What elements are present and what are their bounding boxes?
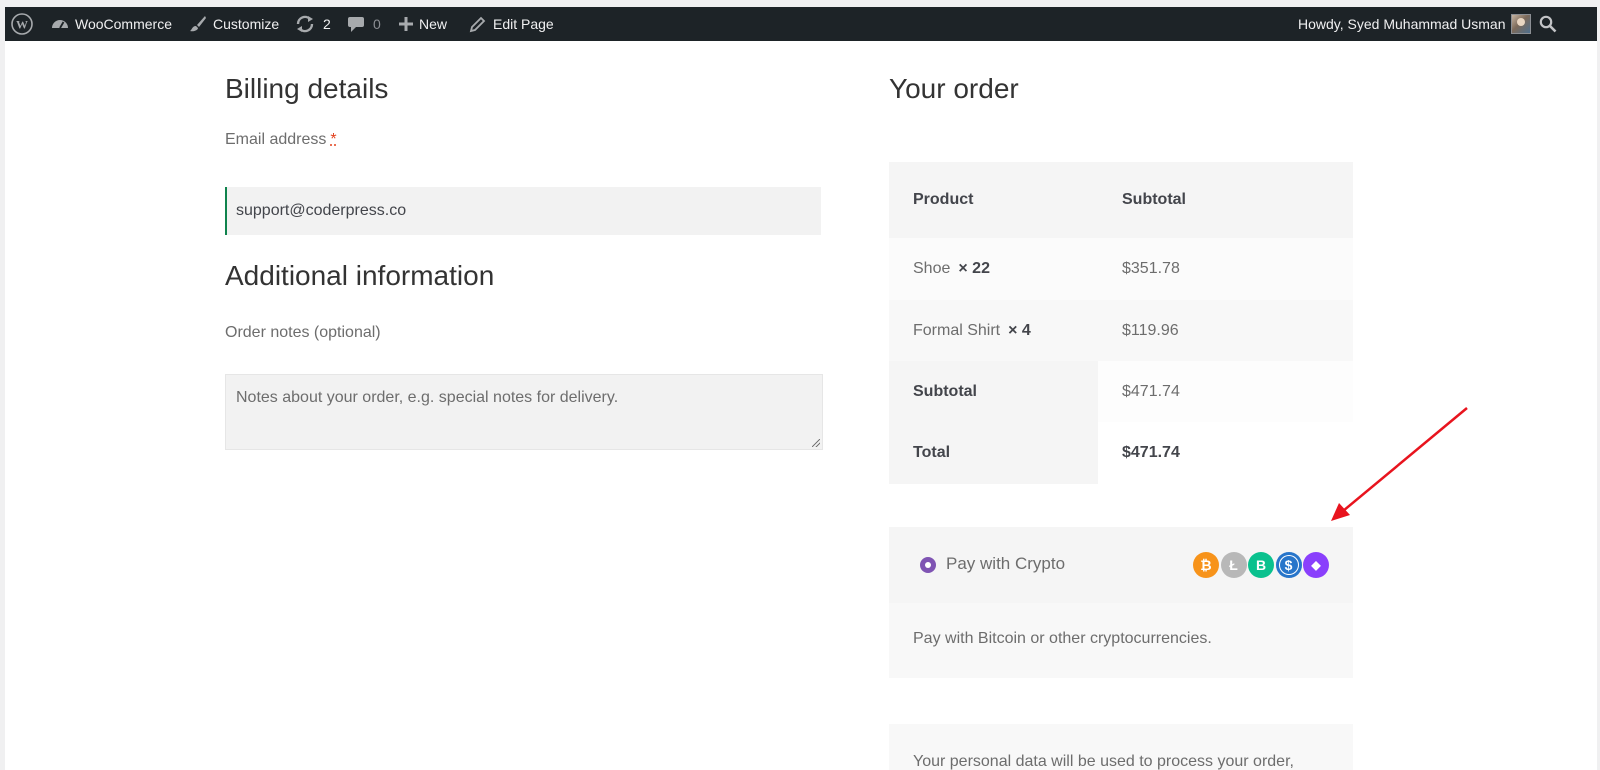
- email-label: Email address *: [225, 131, 337, 149]
- resize-handle[interactable]: [812, 439, 820, 447]
- comment-bubble-icon: [348, 17, 364, 32]
- bitcoin-icon: ₿: [1193, 552, 1219, 578]
- billing-details-title: Billing details: [225, 73, 389, 104]
- product-subtotal: $119.96: [1122, 321, 1179, 339]
- site-menu[interactable]: WooCommerce: [51, 7, 172, 41]
- total-label: Total: [889, 422, 1098, 484]
- pencil-icon: [469, 16, 486, 33]
- table-row: Shoe × 22 $351.78: [889, 238, 1353, 300]
- edit-page-label: Edit Page: [493, 16, 554, 32]
- email-field[interactable]: support@coderpress.co: [225, 187, 821, 235]
- product-name: Shoe: [913, 260, 951, 277]
- bitcoin-cash-icon: B: [1248, 552, 1274, 578]
- product-header: Product: [913, 191, 974, 208]
- order-notes-placeholder: Notes about your order, e.g. special not…: [236, 389, 619, 406]
- payment-description: Pay with Bitcoin or other cryptocurrenci…: [913, 630, 1212, 647]
- paintbrush-icon: [190, 16, 206, 32]
- comments-link[interactable]: 0: [347, 7, 381, 41]
- customize-link[interactable]: Customize: [189, 7, 279, 41]
- payment-radio[interactable]: [920, 557, 936, 573]
- customize-label: Customize: [213, 16, 280, 32]
- product-quantity: × 22: [958, 260, 990, 277]
- product-quantity: × 4: [1008, 321, 1031, 339]
- avatar: [1511, 14, 1532, 34]
- payment-method-label: Pay with Crypto: [946, 554, 1066, 573]
- admin-bar: W WooCommerce Customize 2 0 New Edit Pag…: [5, 7, 1597, 41]
- crypto-icons: ₿ Ł B $ ◆: [1193, 552, 1331, 578]
- ethereum-icon: ◆: [1303, 552, 1329, 578]
- usdc-icon: $: [1275, 552, 1302, 578]
- search-button[interactable]: [1539, 7, 1557, 41]
- updates-icon: [296, 15, 314, 33]
- new-content-link[interactable]: New: [399, 7, 447, 41]
- privacy-policy-box: Your personal data will be used to proce…: [889, 724, 1353, 770]
- table-header-row: Product Subtotal: [889, 162, 1353, 238]
- payment-method-crypto[interactable]: Pay with Crypto ₿ Ł B $ ◆: [889, 527, 1353, 603]
- subtotal-label: Subtotal: [889, 361, 1098, 422]
- email-label-text: Email address: [225, 131, 327, 148]
- order-notes-textarea[interactable]: Notes about your order, e.g. special not…: [225, 374, 823, 450]
- checkout-content: Billing details Email address * support@c…: [5, 41, 1597, 770]
- required-indicator: *: [330, 131, 337, 148]
- site-name: WooCommerce: [75, 16, 172, 32]
- search-icon: [1539, 15, 1557, 33]
- product-name: Formal Shirt: [913, 321, 1001, 339]
- table-row: Formal Shirt × 4 $119.96: [889, 300, 1353, 361]
- updates-link[interactable]: 2: [295, 7, 331, 41]
- privacy-policy-text: Your personal data will be used to proce…: [913, 753, 1294, 770]
- svg-text:W: W: [16, 18, 28, 32]
- new-label: New: [419, 16, 448, 32]
- dashboard-icon: [52, 20, 68, 29]
- total-value: $471.74: [1098, 422, 1353, 484]
- plus-icon: [399, 17, 413, 31]
- product-subtotal: $351.78: [1122, 260, 1180, 277]
- email-value: support@coderpress.co: [236, 202, 407, 219]
- payment-description-box: Pay with Bitcoin or other cryptocurrenci…: [889, 603, 1353, 678]
- howdy-text: Howdy, Syed Muhammad Usman: [1298, 16, 1506, 32]
- order-notes-label: Order notes (optional): [225, 324, 381, 341]
- comments-count: 0: [373, 16, 381, 32]
- additional-information-title: Additional information: [225, 260, 495, 291]
- browser-page: W WooCommerce Customize 2 0 New Edit Pag…: [5, 7, 1597, 770]
- my-account-menu[interactable]: Howdy, Syed Muhammad Usman: [1298, 7, 1532, 41]
- subtotal-value: $471.74: [1098, 361, 1353, 422]
- your-order-title: Your order: [889, 73, 1019, 104]
- litecoin-icon: Ł: [1220, 552, 1247, 578]
- wordpress-logo-icon[interactable]: W: [11, 7, 33, 41]
- edit-page-link[interactable]: Edit Page: [469, 7, 554, 41]
- updates-count: 2: [323, 16, 331, 32]
- subtotal-header: Subtotal: [1122, 191, 1186, 208]
